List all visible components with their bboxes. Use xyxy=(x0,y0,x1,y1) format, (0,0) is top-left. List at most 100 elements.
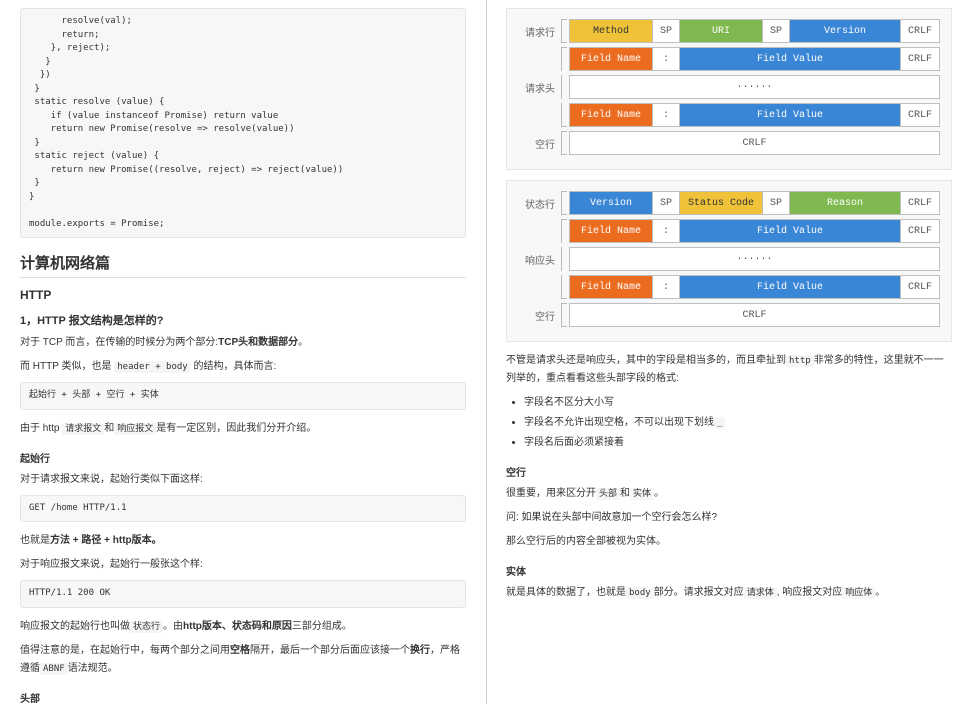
para-header-body: 而 HTTP 类似，也是 header + body 的结构，具体而言: xyxy=(20,358,466,376)
code-inline: ABNF xyxy=(40,663,68,675)
cell-fieldvalue: Field Value xyxy=(679,103,901,127)
para-question: 问: 如果说在头部中间故意加一个空行会怎么样? xyxy=(506,509,952,527)
cell-colon: : xyxy=(652,103,680,127)
bracket xyxy=(561,303,567,327)
label-request-line: 请求行 xyxy=(519,19,561,43)
diagram-response: 状态行 Version SP Status Code SP Reason CRL… xyxy=(506,180,952,342)
bold: 换行 xyxy=(410,645,430,656)
para-body-desc: 就是具体的数据了，也就是body部分。请求报文对应请求体, 响应报文对应响应体。 xyxy=(506,584,952,602)
diagram-request: 请求行 Method SP URI SP Version CRLF Field … xyxy=(506,8,952,170)
cell-fieldname: Field Name xyxy=(569,275,653,299)
heading-network: 计算机网络篇 xyxy=(20,252,466,278)
bold: TCP头和数据部分 xyxy=(218,337,298,348)
cell-colon: : xyxy=(652,219,680,243)
heading-body: 实体 xyxy=(506,563,952,578)
text: 。 xyxy=(654,488,664,499)
cell-fieldvalue: Field Value xyxy=(679,47,901,71)
text: 和 xyxy=(104,423,114,434)
cell-crlf-full: CRLF xyxy=(569,303,940,327)
code-inline: _ xyxy=(714,417,725,429)
left-page: resolve(val); return; }, reject); } }) }… xyxy=(0,0,486,704)
cell-crlf-full: CRLF xyxy=(569,131,940,155)
text: 对于 TCP 而言，在传输的时候分为两个部分: xyxy=(20,337,218,348)
text: 也就是 xyxy=(20,535,50,546)
cell-fieldname: Field Name xyxy=(569,103,653,127)
cell-fieldname: Field Name xyxy=(569,47,653,71)
cell-version: Version xyxy=(789,19,901,43)
para-headers-many: 不管是请求头还是响应头，其中的字段是相当多的，而且牵扯到http非常多的特性，这… xyxy=(506,352,952,388)
cell-sp: SP xyxy=(652,19,680,43)
text: 。 xyxy=(875,587,885,598)
heading-startline: 起始行 xyxy=(20,450,466,465)
text: 很重要，用来区分开 xyxy=(506,488,596,499)
text: 由于 http xyxy=(20,423,62,434)
cell-crlf: CRLF xyxy=(900,19,940,43)
text: 隔开，最后一个部分后面应该接一个 xyxy=(250,645,410,656)
text: 就是具体的数据了，也就是 xyxy=(506,587,626,598)
para-tcp: 对于 TCP 而言，在传输的时候分为两个部分:TCP头和数据部分。 xyxy=(20,334,466,352)
para-blank-important: 很重要，用来区分开头部和实体。 xyxy=(506,485,952,503)
cell-uri: URI xyxy=(679,19,763,43)
bracket xyxy=(561,47,567,71)
bracket xyxy=(561,219,567,243)
para-statusline: 响应报文的起始行也叫做状态行。由http版本、状态码和原因三部分组成。 xyxy=(20,618,466,636)
text: 三部分组成。 xyxy=(292,621,352,632)
text: 是有一定区别，因此我们分开介绍。 xyxy=(156,423,316,434)
list-field-rules: 字段名不区分大小写 字段名不允许出现空格，不可以出现下划线_ 字段名后面必须紧接… xyxy=(524,394,952,452)
bold: http版本、状态码和原因 xyxy=(183,621,292,632)
cell-crlf: CRLF xyxy=(900,275,940,299)
cell-sp: SP xyxy=(762,19,790,43)
list-item: 字段名后面必须紧接着 xyxy=(524,434,952,452)
para-abnf: 值得注意的是，在起始行中，每两个部分之间用空格隔开，最后一个部分后面应该接一个换… xyxy=(20,642,466,678)
code-inline: header + body xyxy=(114,361,190,373)
text: 语法规范。 xyxy=(68,663,118,674)
text: , 响应报文对应 xyxy=(777,587,843,598)
para-answer: 那么空行后的内容全部被视为实体。 xyxy=(506,533,952,551)
code-block-promise: resolve(val); return; }, reject); } }) }… xyxy=(20,8,466,238)
list-item: 字段名不区分大小写 xyxy=(524,394,952,412)
list-item: 字段名不允许出现空格，不可以出现下划线_ xyxy=(524,414,952,432)
cell-dots: ······ xyxy=(569,75,940,99)
code-inline: 请求体 xyxy=(744,587,777,599)
code-block-200: HTTP/1.1 200 OK xyxy=(20,580,466,608)
code-inline: 响应报文 xyxy=(114,423,156,435)
text: 不管是请求头还是响应头，其中的字段是相当多的，而且牵扯到 xyxy=(506,355,786,366)
cell-colon: : xyxy=(652,47,680,71)
bracket xyxy=(561,275,567,299)
code-inline: 状态行 xyxy=(130,621,163,633)
cell-dots: ······ xyxy=(569,247,940,271)
cell-colon: : xyxy=(652,275,680,299)
bracket xyxy=(561,19,567,43)
label-request-head: 请求头 xyxy=(519,75,561,99)
cell-crlf: CRLF xyxy=(900,191,940,215)
code-inline: 请求报文 xyxy=(62,423,104,435)
para-method: 也就是方法 + 路径 + http版本。 xyxy=(20,532,466,550)
cell-sp: SP xyxy=(762,191,790,215)
bold: 方法 + 路径 + http版本。 xyxy=(50,535,162,546)
text: 。 xyxy=(298,337,308,348)
label-blank-line: 空行 xyxy=(519,303,561,327)
label-response-head: 响应头 xyxy=(519,247,561,271)
cell-status: Status Code xyxy=(679,191,763,215)
text: 和 xyxy=(620,488,630,499)
cell-fieldvalue: Field Value xyxy=(679,219,901,243)
heading-headers: 头部 xyxy=(20,690,466,704)
bracket xyxy=(561,103,567,127)
text: 而 HTTP 类似，也是 xyxy=(20,361,114,372)
heading-http: HTTP xyxy=(20,288,466,302)
text: 字段名不允许出现空格，不可以出现下划线 xyxy=(524,417,714,428)
para-diff: 由于 http 请求报文和响应报文是有一定区别，因此我们分开介绍。 xyxy=(20,420,466,438)
heading-blankline: 空行 xyxy=(506,464,952,479)
question-1: 1，HTTP 报文结构是怎样的? xyxy=(20,312,466,328)
cell-fieldvalue: Field Value xyxy=(679,275,901,299)
code-inline: 响应体 xyxy=(842,587,875,599)
code-inline: body xyxy=(626,587,654,599)
text: 部分。请求报文对应 xyxy=(654,587,744,598)
cell-version: Version xyxy=(569,191,653,215)
para-resp-start: 对于响应报文来说，起始行一般张这个样: xyxy=(20,556,466,574)
cell-reason: Reason xyxy=(789,191,901,215)
code-inline: 头部 xyxy=(596,488,620,500)
bracket xyxy=(561,191,567,215)
para-req-start: 对于请求报文来说，起始行类似下面这样: xyxy=(20,471,466,489)
text: 响应报文的起始行也叫做 xyxy=(20,621,130,632)
